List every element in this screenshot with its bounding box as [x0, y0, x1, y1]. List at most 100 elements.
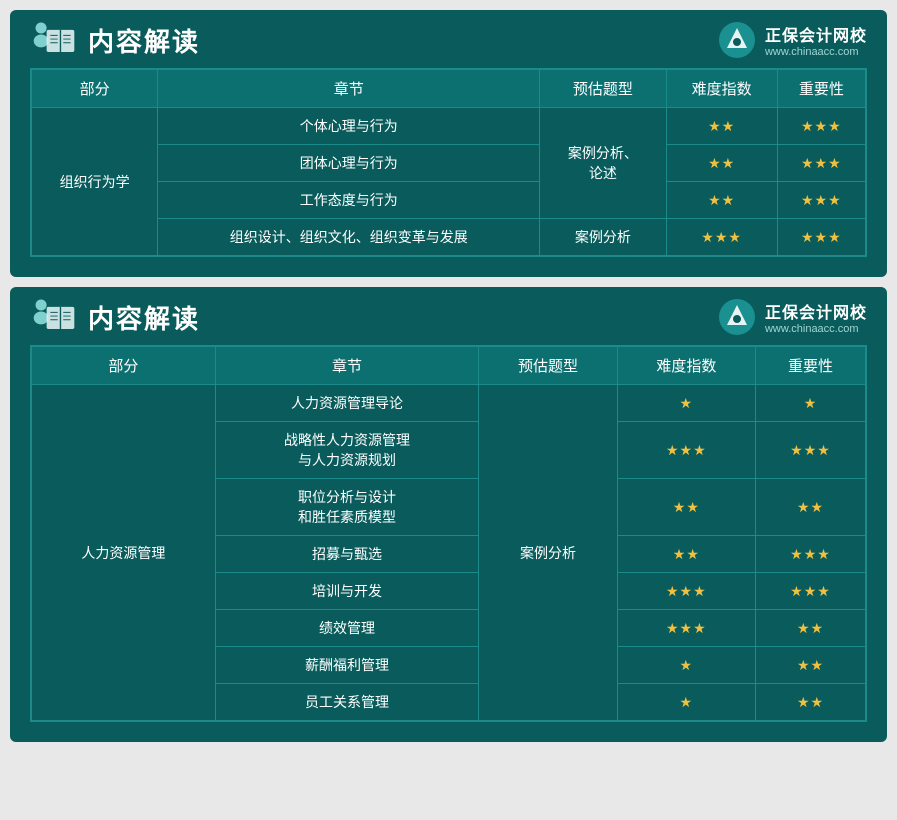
chapter-cell-2-8: 员工关系管理 — [215, 684, 478, 721]
chapter-cell-2-6: 绩效管理 — [215, 610, 478, 647]
th-type-1: 预估题型 — [540, 70, 666, 108]
diff-cell-2-2: ★★★ — [617, 422, 755, 479]
stars: ★★ — [708, 155, 735, 171]
imp-cell-2-7: ★★ — [756, 647, 866, 684]
table-container-1: 部分 章节 预估题型 难度指数 重要性 组织行为学 个体心理与行为 案例分析、论… — [30, 68, 867, 257]
stars: ★★★ — [801, 192, 842, 208]
imp-cell-2-8: ★★ — [756, 684, 866, 721]
diff-cell-2-3: ★★ — [617, 479, 755, 536]
type-cell-2: 案例分析 — [479, 385, 617, 721]
stars: ★ — [680, 395, 694, 411]
logo-icon-2 — [717, 297, 757, 337]
chapter-cell-2-2: 战略性人力资源管理与人力资源规划 — [215, 422, 478, 479]
card-1: 内容解读 正保会计网校 www.chinaacc.com 部分 章节 预估题型 … — [10, 10, 887, 277]
imp-cell-2-3: ★★ — [756, 479, 866, 536]
card-1-title: 内容解读 — [88, 22, 200, 59]
stars: ★★★ — [790, 442, 831, 458]
logo-text-2: 正保会计网校 www.chinaacc.com — [765, 299, 867, 335]
table-2-header-row: 部分 章节 预估题型 难度指数 重要性 — [32, 347, 866, 385]
th-part-2: 部分 — [32, 347, 216, 385]
table-1-header-row: 部分 章节 预估题型 难度指数 重要性 — [32, 70, 866, 108]
imp-cell-1-4: ★★★ — [777, 219, 865, 256]
th-part-1: 部分 — [32, 70, 158, 108]
imp-cell-2-6: ★★ — [756, 610, 866, 647]
imp-cell-2-2: ★★★ — [756, 422, 866, 479]
part-cell-2: 人力资源管理 — [32, 385, 216, 721]
type-cell-1-4: 案例分析 — [540, 219, 666, 256]
diff-cell-2-8: ★ — [617, 684, 755, 721]
book-icon-2 — [30, 297, 78, 337]
header-left-1: 内容解读 — [30, 20, 200, 60]
th-difficulty-1: 难度指数 — [666, 70, 777, 108]
logo-area-2: 正保会计网校 www.chinaacc.com — [717, 297, 867, 337]
table-row: 组织行为学 个体心理与行为 案例分析、论述 ★★ ★★★ — [32, 108, 866, 145]
logo-text-1: 正保会计网校 www.chinaacc.com — [765, 22, 867, 58]
stars: ★★★ — [801, 229, 842, 245]
card-2: 内容解读 正保会计网校 www.chinaacc.com 部分 章节 预估题型 … — [10, 287, 887, 742]
chapter-cell-2-7: 薪酬福利管理 — [215, 647, 478, 684]
diff-cell-2-6: ★★★ — [617, 610, 755, 647]
stars: ★★ — [797, 620, 824, 636]
stars: ★★ — [708, 192, 735, 208]
stars: ★★ — [673, 546, 700, 562]
th-difficulty-2: 难度指数 — [617, 347, 755, 385]
chapter-cell-1-2: 团体心理与行为 — [158, 145, 540, 182]
stars: ★★★ — [801, 155, 842, 171]
imp-cell-2-4: ★★★ — [756, 536, 866, 573]
imp-cell-1-1: ★★★ — [777, 108, 865, 145]
logo-name-2: 正保会计网校 — [765, 299, 867, 323]
header-left-2: 内容解读 — [30, 297, 200, 337]
th-importance-1: 重要性 — [777, 70, 865, 108]
logo-icon-1 — [717, 20, 757, 60]
diff-cell-2-5: ★★★ — [617, 573, 755, 610]
card-2-title: 内容解读 — [88, 299, 200, 336]
table-1: 部分 章节 预估题型 难度指数 重要性 组织行为学 个体心理与行为 案例分析、论… — [31, 69, 866, 256]
diff-cell-1-4: ★★★ — [666, 219, 777, 256]
chapter-cell-1-3: 工作态度与行为 — [158, 182, 540, 219]
chapter-cell-2-3: 职位分析与设计和胜任素质模型 — [215, 479, 478, 536]
th-type-2: 预估题型 — [479, 347, 617, 385]
type-cell-1-1: 案例分析、论述 — [540, 108, 666, 219]
table-row: 人力资源管理 人力资源管理导论 案例分析 ★ ★ — [32, 385, 866, 422]
diff-cell-1-1: ★★ — [666, 108, 777, 145]
table-container-2: 部分 章节 预估题型 难度指数 重要性 人力资源管理 人力资源管理导论 案例分析… — [30, 345, 867, 722]
imp-cell-1-2: ★★★ — [777, 145, 865, 182]
logo-area-1: 正保会计网校 www.chinaacc.com — [717, 20, 867, 60]
diff-cell-2-1: ★ — [617, 385, 755, 422]
stars: ★★ — [673, 499, 700, 515]
card-1-header: 内容解读 正保会计网校 www.chinaacc.com — [10, 10, 887, 68]
chapter-cell-2-1: 人力资源管理导论 — [215, 385, 478, 422]
logo-url-2: www.chinaacc.com — [765, 323, 859, 335]
th-importance-2: 重要性 — [756, 347, 866, 385]
table-2: 部分 章节 预估题型 难度指数 重要性 人力资源管理 人力资源管理导论 案例分析… — [31, 346, 866, 721]
logo-url-1: www.chinaacc.com — [765, 46, 859, 58]
diff-cell-2-4: ★★ — [617, 536, 755, 573]
stars: ★★★ — [666, 620, 707, 636]
stars: ★★ — [708, 118, 735, 134]
chapter-cell-1-1: 个体心理与行为 — [158, 108, 540, 145]
chapter-cell-1-4: 组织设计、组织文化、组织变革与发展 — [158, 219, 540, 256]
imp-cell-2-5: ★★★ — [756, 573, 866, 610]
diff-cell-2-7: ★ — [617, 647, 755, 684]
diff-cell-1-3: ★★ — [666, 182, 777, 219]
stars: ★★ — [797, 694, 824, 710]
stars: ★★★ — [801, 118, 842, 134]
card-2-header: 内容解读 正保会计网校 www.chinaacc.com — [10, 287, 887, 345]
stars: ★ — [680, 694, 694, 710]
stars: ★ — [804, 395, 818, 411]
chapter-cell-2-5: 培训与开发 — [215, 573, 478, 610]
th-chapter-2: 章节 — [215, 347, 478, 385]
stars: ★ — [680, 657, 694, 673]
th-chapter-1: 章节 — [158, 70, 540, 108]
diff-cell-1-2: ★★ — [666, 145, 777, 182]
book-icon-1 — [30, 20, 78, 60]
imp-cell-1-3: ★★★ — [777, 182, 865, 219]
stars: ★★★ — [666, 442, 707, 458]
stars: ★★ — [797, 657, 824, 673]
imp-cell-2-1: ★ — [756, 385, 866, 422]
stars: ★★★ — [666, 583, 707, 599]
stars: ★★★ — [790, 546, 831, 562]
stars: ★★ — [797, 499, 824, 515]
chapter-cell-2-4: 招募与甄选 — [215, 536, 478, 573]
logo-name-1: 正保会计网校 — [765, 22, 867, 46]
